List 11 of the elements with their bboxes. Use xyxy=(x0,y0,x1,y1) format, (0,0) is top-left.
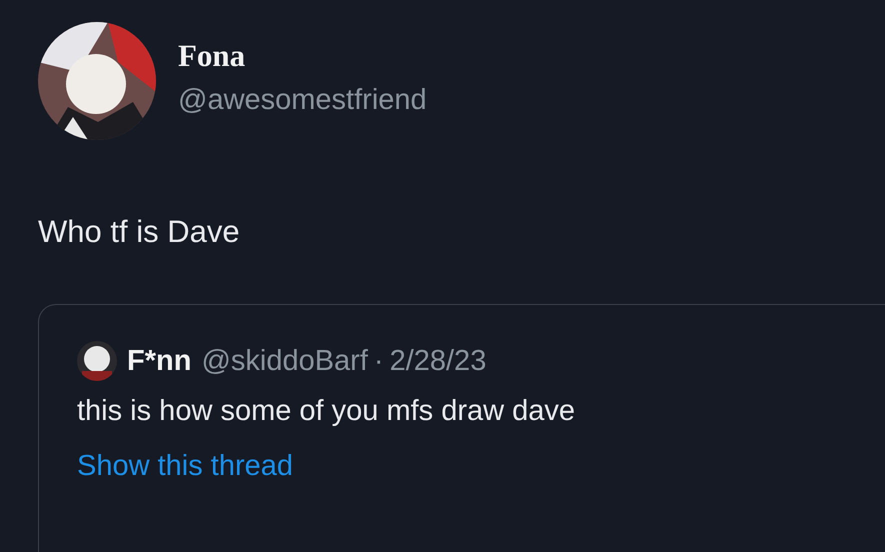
quoted-author-name: F*nn xyxy=(127,344,192,378)
avatar xyxy=(77,341,117,381)
tweet-text: Who tf is Dave xyxy=(38,214,241,250)
show-thread-link[interactable]: Show this thread xyxy=(77,450,294,483)
author-name[interactable]: Fona xyxy=(178,38,427,74)
quoted-tweet-text: this is how some of you mfs draw dave xyxy=(77,395,576,428)
author-handle[interactable]: @awesomestfriend xyxy=(178,84,427,117)
separator-dot: · xyxy=(374,344,384,378)
quoted-author-handle: @skiddoBarf xyxy=(201,344,368,378)
quote-card[interactable]: F*nn @skiddoBarf · 2/28/23 this is how some of you mfs draw dave Show this thread xyxy=(38,304,885,552)
quote-date: 2/28/23 xyxy=(390,344,486,378)
